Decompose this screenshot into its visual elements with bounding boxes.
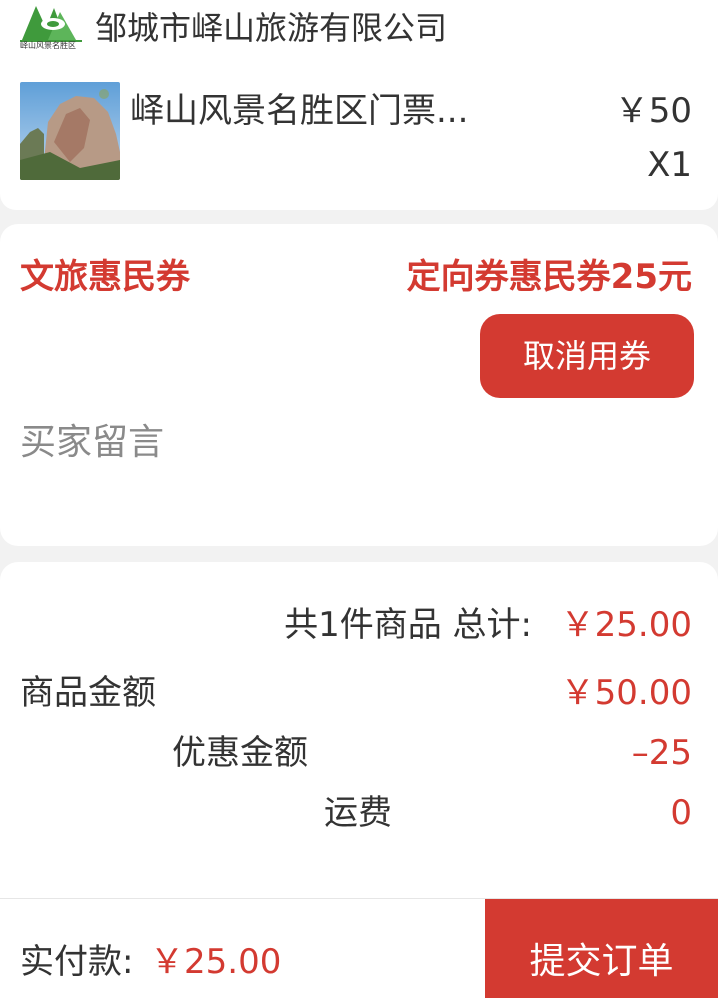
- product-quantity: X1: [647, 145, 692, 185]
- cancel-coupon-button[interactable]: 取消用券: [480, 314, 694, 398]
- item-count-label: 共1件商品 总计:: [284, 605, 532, 645]
- order-confirm-page: 峄山风景名胜区 邹城市峄山旅游有限公司 峄山风景名胜区门票... ￥50 X1: [0, 0, 718, 998]
- coupon-card: 文旅惠民券 定向券惠民券25元 取消用券 买家留言: [0, 224, 718, 546]
- product-title[interactable]: 峄山风景名胜区门票...: [130, 88, 520, 134]
- coupon-type-label: 文旅惠民券: [20, 257, 190, 297]
- goods-amount-label: 商品金额: [20, 673, 156, 713]
- discount-amount-value: –25: [631, 733, 692, 773]
- actual-payment-amount: ￥25.00: [150, 942, 282, 982]
- shop-name[interactable]: 邹城市峄山旅游有限公司: [95, 6, 447, 50]
- submit-order-button[interactable]: 提交订单: [485, 899, 718, 998]
- actual-payment-label: 实付款:: [20, 942, 134, 982]
- product-image[interactable]: [20, 82, 120, 180]
- shop-card: 峄山风景名胜区 邹城市峄山旅游有限公司 峄山风景名胜区门票... ￥50 X1: [0, 0, 718, 210]
- summary-total-value: ￥25.00: [560, 605, 692, 645]
- discount-amount-label: 优惠金额: [172, 733, 308, 773]
- logo-caption: 峄山风景名胜区: [20, 41, 76, 50]
- buyer-message-input[interactable]: 买家留言: [20, 420, 690, 466]
- checkout-bar: 实付款: ￥25.00 提交订单: [0, 898, 718, 998]
- shipping-fee-label: 运费: [324, 793, 392, 833]
- product-price: ￥50: [614, 91, 692, 131]
- coupon-description[interactable]: 定向券惠民券25元: [407, 254, 692, 300]
- goods-amount-value: ￥50.00: [560, 673, 692, 713]
- shipping-fee-value: 0: [670, 793, 692, 833]
